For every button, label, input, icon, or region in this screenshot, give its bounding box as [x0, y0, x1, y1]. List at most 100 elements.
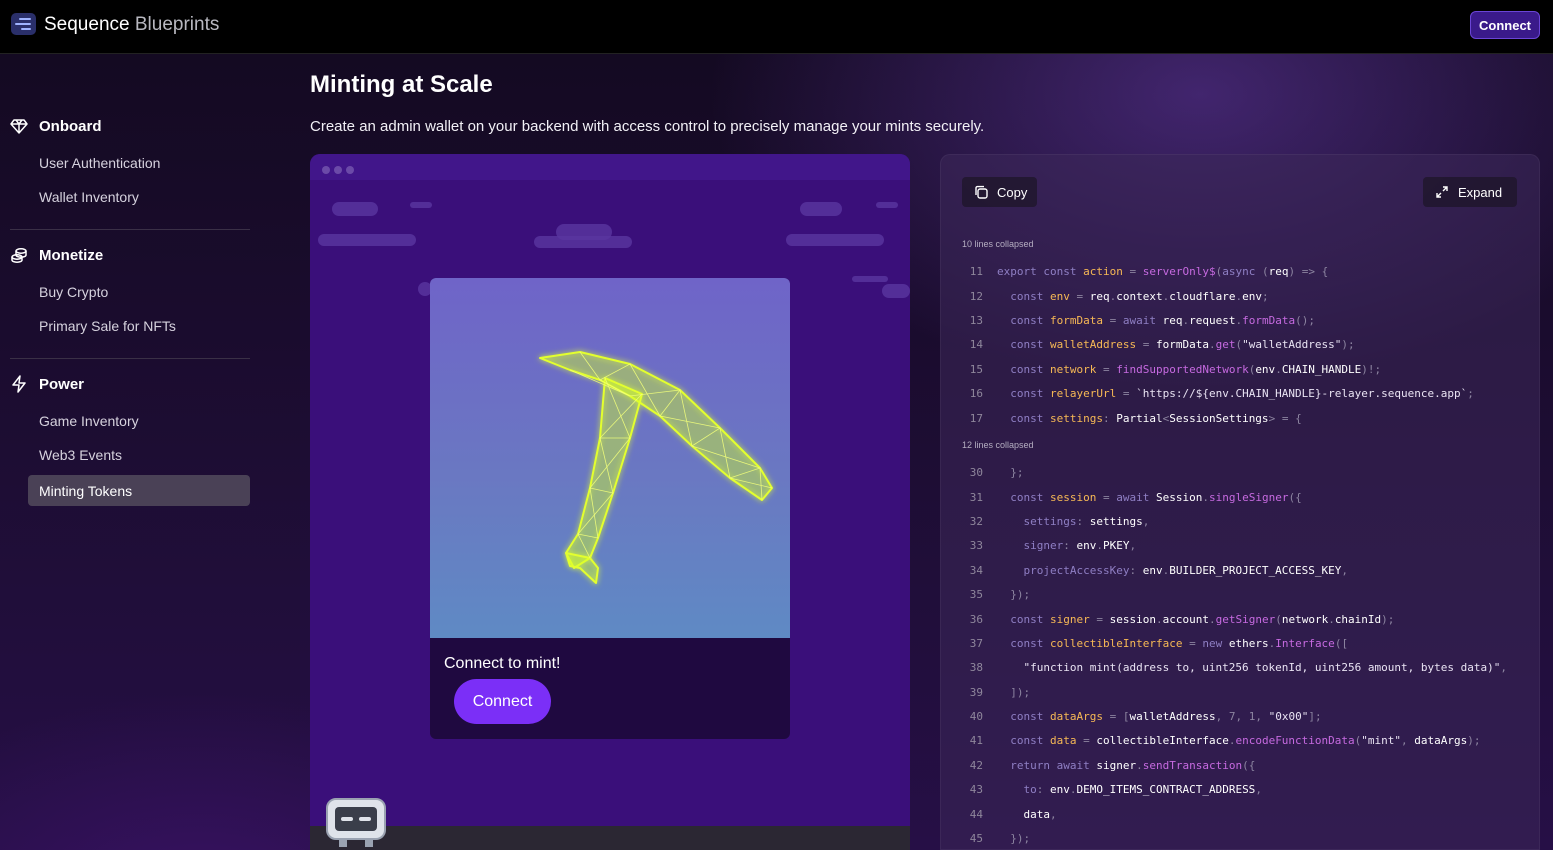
code-line-number: 42 — [969, 759, 983, 772]
diamond-icon — [10, 119, 28, 134]
connect-button[interactable]: Connect — [1470, 11, 1540, 39]
code-line-text: const collectibleInterface = new ethers.… — [1010, 637, 1349, 650]
code-line-number: 33 — [969, 539, 983, 552]
code-line-number: 15 — [969, 363, 983, 376]
code-line-number: 39 — [969, 686, 983, 699]
sequence-logo-icon[interactable] — [11, 13, 36, 35]
code-line-number: 14 — [969, 338, 983, 351]
cloud — [786, 234, 884, 246]
sidebar-item-game-inventory[interactable]: Game Inventory — [39, 413, 139, 429]
brand-title[interactable]: Sequence Blueprints — [44, 14, 219, 36]
code-line-number: 34 — [969, 564, 983, 577]
code-line-number: 37 — [969, 637, 983, 650]
top-bar: Sequence Blueprints Connect — [0, 0, 1553, 54]
cloud — [410, 202, 432, 208]
sidebar-divider — [10, 229, 250, 230]
mint-card: Connect to mint! Connect — [430, 278, 790, 739]
code-line-text: const settings: Partial<SessionSettings>… — [1010, 412, 1302, 425]
code-line-number: 45 — [969, 832, 983, 845]
demo-window-header — [310, 154, 910, 180]
brand-secondary: Blueprints — [134, 14, 220, 35]
code-line-number: 11 — [969, 265, 983, 278]
sidebar-item-web3-events[interactable]: Web3 Events — [39, 447, 122, 463]
sidebar-item-primary-sale[interactable]: Primary Sale for NFTs — [39, 318, 176, 334]
lightning-icon — [12, 375, 26, 393]
code-line-text: const signer = session.account.getSigner… — [1010, 613, 1395, 626]
window-dot — [346, 166, 354, 174]
code-line-text: data, — [1023, 808, 1057, 821]
sidebar-item-user-authentication[interactable]: User Authentication — [39, 155, 160, 171]
window-dot — [334, 166, 342, 174]
sidebar: Onboard User Authentication Wallet Inven… — [0, 54, 260, 850]
game-floor — [310, 826, 910, 850]
code-line-number: 12 — [969, 290, 983, 303]
sidebar-divider — [10, 358, 250, 359]
sidebar-section-label: Monetize — [39, 246, 104, 264]
sidebar-item-wallet-inventory[interactable]: Wallet Inventory — [39, 189, 139, 205]
code-line-text: const network = findSupportedNetwork(env… — [1010, 363, 1382, 376]
sidebar-section-label: Power — [39, 375, 85, 393]
robot-mascot-icon — [326, 798, 386, 847]
coins-icon — [11, 248, 27, 263]
code-panel: Copy Expand 10 lines collapsed 12 lines … — [940, 154, 1540, 850]
sidebar-item-buy-crypto[interactable]: Buy Crypto — [39, 284, 108, 300]
code-line-text: const dataArgs = [walletAddress, 7, 1, "… — [1010, 710, 1322, 723]
expand-label: Expand — [1458, 184, 1503, 200]
code-line-number: 13 — [969, 314, 983, 327]
code-line-text: ]); — [1010, 686, 1031, 699]
code-line-text: to: env.DEMO_ITEMS_CONTRACT_ADDRESS, — [1023, 783, 1262, 796]
code-line-text: }; — [1010, 466, 1024, 479]
code-line-text: const formData = await req.request.formD… — [1010, 314, 1315, 327]
sidebar-item-minting-tokens[interactable]: Minting Tokens — [28, 475, 250, 506]
cloud — [800, 202, 842, 216]
sidebar-section-monetize[interactable]: Monetize — [10, 246, 103, 264]
sidebar-section-power[interactable]: Power — [10, 375, 84, 393]
sidebar-section-onboard[interactable]: Onboard — [10, 117, 102, 135]
expand-icon — [1436, 186, 1448, 198]
collapsed-lines-note[interactable]: 10 lines collapsed — [962, 239, 1034, 249]
collapsed-lines-note[interactable]: 12 lines collapsed — [962, 440, 1034, 450]
code-line-number: 16 — [969, 387, 983, 400]
mint-connect-button[interactable]: Connect — [454, 679, 551, 724]
code-line-text: return await signer.sendTransaction({ — [1010, 759, 1256, 772]
code-line-text: const data = collectibleInterface.encode… — [1010, 734, 1481, 747]
expand-button[interactable]: Expand — [1423, 177, 1517, 207]
copy-icon — [975, 185, 988, 199]
code-line-number: 44 — [969, 808, 983, 821]
code-line-number: 17 — [969, 412, 983, 425]
code-line-text: const relayerUrl = `https://${env.CHAIN_… — [1010, 387, 1474, 400]
code-line-text: projectAccessKey: env.BUILDER_PROJECT_AC… — [1023, 564, 1349, 577]
code-line-text: export const action = serverOnly$(async … — [997, 265, 1329, 278]
code-line-number: 30 — [969, 466, 983, 479]
sidebar-section-label: Onboard — [39, 117, 102, 135]
code-line-number: 32 — [969, 515, 983, 528]
cloud — [876, 202, 898, 208]
pickaxe-icon — [539, 351, 773, 584]
brand-primary: Sequence — [44, 14, 130, 35]
mint-card-label: Connect to mint! — [444, 655, 561, 672]
code-line-text: const walletAddress = formData.get("wall… — [1010, 338, 1355, 351]
window-dot — [322, 166, 330, 174]
code-line-text: "function mint(address to, uint256 token… — [1023, 661, 1507, 674]
cloud — [318, 234, 416, 246]
code-line-number: 41 — [969, 734, 983, 747]
code-line-text: settings: settings, — [1023, 515, 1150, 528]
code-line-number: 36 — [969, 613, 983, 626]
copy-button[interactable]: Copy — [962, 177, 1037, 207]
copy-label: Copy — [997, 184, 1028, 200]
cloud — [534, 236, 632, 248]
code-line-text: }); — [1010, 832, 1031, 845]
mint-card-art — [430, 278, 790, 638]
code-line-text: const session = await Session.singleSign… — [1010, 491, 1302, 504]
code-line-number: 35 — [969, 588, 983, 601]
code-line-text: const env = req.context.cloudflare.env; — [1010, 290, 1269, 303]
code-line-number: 31 — [969, 491, 983, 504]
cloud — [332, 202, 378, 216]
page-title: Minting at Scale — [310, 71, 493, 98]
code-line-number: 38 — [969, 661, 983, 674]
code-line-number: 43 — [969, 783, 983, 796]
code-line-text: signer: env.PKEY, — [1023, 539, 1137, 552]
cloud — [882, 284, 910, 298]
page-subtitle: Create an admin wallet on your backend w… — [310, 118, 985, 135]
code-line-number: 40 — [969, 710, 983, 723]
